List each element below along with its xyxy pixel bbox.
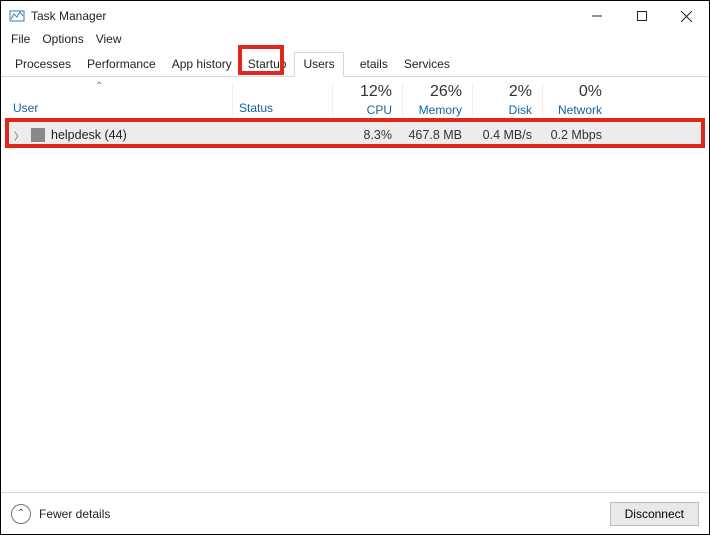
table-row[interactable]: 〉 helpdesk (44) 8.3% 467.8 MB 0.4 MB/s 0… [7,122,703,148]
maximize-button[interactable] [619,1,664,31]
tab-processes[interactable]: Processes [7,53,79,76]
column-header-network[interactable]: 0% Network [542,83,612,117]
task-manager-icon [9,8,25,24]
minimize-button[interactable] [574,1,619,31]
menu-view[interactable]: View [92,32,126,46]
user-icon [31,128,45,142]
column-header-disk[interactable]: 2% Disk [472,83,542,117]
sort-ascending-icon: ⌃ [95,81,103,92]
menubar: File Options View [1,31,709,51]
disconnect-button[interactable]: Disconnect [610,502,699,526]
tab-app-history[interactable]: App history [164,53,240,76]
users-table: ⌃ User Status 12% CPU 26% Memory 2% Disk… [7,83,703,483]
tab-details[interactable]: etails [344,53,396,76]
column-header-cpu[interactable]: 12% CPU [332,83,402,117]
column-header-memory[interactable]: 26% Memory [402,83,472,117]
menu-file[interactable]: File [7,32,34,46]
fewer-details-label: Fewer details [39,507,110,521]
tab-performance[interactable]: Performance [79,53,164,76]
row-user-label: helpdesk (44) [51,128,127,142]
menu-options[interactable]: Options [38,32,87,46]
titlebar: Task Manager [1,1,709,31]
window-title: Task Manager [31,9,106,23]
tab-services[interactable]: Services [396,53,458,76]
table-header: ⌃ User Status 12% CPU 26% Memory 2% Disk… [7,83,703,122]
chevron-up-circle-icon: ⌃ [11,504,31,524]
column-header-user[interactable]: ⌃ User [7,83,232,117]
close-button[interactable] [664,1,709,31]
fewer-details-toggle[interactable]: ⌃ Fewer details [11,504,110,524]
row-disk: 0.4 MB/s [472,128,542,142]
row-network: 0.2 Mbps [542,128,612,142]
row-memory: 467.8 MB [402,128,472,142]
footer: ⌃ Fewer details Disconnect [1,492,709,534]
tab-startup[interactable]: Startup [240,53,295,76]
row-cpu: 8.3% [332,128,402,142]
column-header-status[interactable]: Status [232,83,332,117]
chevron-right-icon[interactable]: 〉 [13,128,25,143]
tab-users[interactable]: Users [294,52,343,77]
tabstrip: Processes Performance App history Startu… [1,51,709,77]
